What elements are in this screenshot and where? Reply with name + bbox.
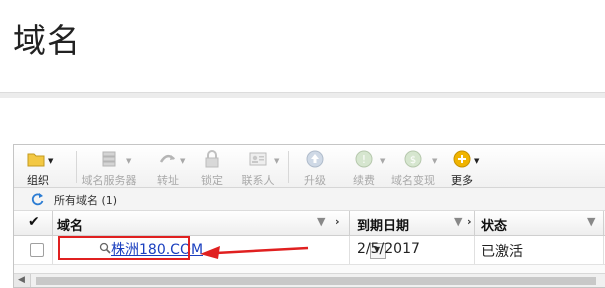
status-filter-icon[interactable]: ▼ bbox=[587, 215, 595, 228]
lock-label: 锁定 bbox=[201, 174, 223, 187]
svg-text:!: ! bbox=[362, 153, 366, 166]
nameservers-label: 域名服务器 bbox=[81, 174, 137, 187]
forwarding-label: 转址 bbox=[157, 174, 179, 187]
more-label: 更多 bbox=[451, 174, 473, 187]
more-button[interactable]: ▼ 更多 bbox=[444, 148, 480, 187]
expiration-expand-icon[interactable]: › bbox=[467, 215, 472, 228]
status-text: 已激活 bbox=[481, 244, 523, 260]
forwarding-button[interactable]: ▼ 转址 bbox=[150, 148, 186, 187]
red-arrow-annotation bbox=[200, 246, 309, 259]
upgrade-icon bbox=[306, 150, 324, 168]
redirect-icon bbox=[159, 154, 175, 163]
page-title: 域名 bbox=[13, 21, 81, 60]
scroll-thumb[interactable] bbox=[36, 277, 596, 285]
header-divider bbox=[0, 92, 605, 98]
contacts-caret-icon: ▼ bbox=[274, 157, 280, 165]
lock-button[interactable]: 锁定 bbox=[194, 148, 230, 187]
server-icon bbox=[102, 151, 116, 167]
upgrade-button[interactable]: 升级 bbox=[298, 148, 332, 187]
more-icon bbox=[453, 150, 471, 168]
contact-card-icon bbox=[249, 152, 267, 166]
domain-expand-icon[interactable]: › bbox=[335, 215, 340, 228]
select-all-column[interactable]: ✔ bbox=[14, 211, 53, 235]
select-all-checkmark-icon: ✔ bbox=[28, 214, 40, 230]
refresh-icon[interactable] bbox=[29, 191, 45, 207]
renew-button[interactable]: ! ▼ 续费 bbox=[342, 148, 386, 187]
nameservers-caret-icon: ▼ bbox=[126, 157, 132, 165]
toolbar-separator bbox=[288, 151, 289, 183]
renew-icon: ! bbox=[355, 150, 373, 168]
contacts-label: 联系人 bbox=[241, 174, 275, 187]
column-header-status[interactable]: 状态 ▼ bbox=[475, 211, 604, 235]
column-header-expiration[interactable]: 到期日期 ▼ › bbox=[350, 211, 475, 235]
upgrade-label: 升级 bbox=[304, 174, 326, 187]
chevron-left-icon: ◀ bbox=[18, 275, 25, 285]
list-scope-bar: 所有域名 (1) bbox=[14, 188, 605, 211]
monetize-label: 域名变现 bbox=[391, 174, 435, 187]
row-select-cell bbox=[14, 236, 53, 264]
lock-icon bbox=[205, 150, 219, 168]
expiration-cell: 2/5/2017 bbox=[350, 236, 475, 264]
monetize-button[interactable]: $ ▼ 域名变现 bbox=[386, 148, 440, 187]
toolbar: ▼ 组织 ▼ 域名服务器 ▼ 转址 锁定 ▼ 联系人 升级 ! ▼ 续费 $ ▼… bbox=[14, 145, 605, 188]
nameservers-button[interactable]: ▼ 域名服务器 bbox=[78, 148, 140, 187]
monetize-icon: $ bbox=[404, 150, 422, 168]
column-header-domain[interactable]: 域名 ▼ › bbox=[53, 211, 350, 235]
all-domains-label[interactable]: 所有域名 (1) bbox=[54, 192, 117, 208]
organize-label: 组织 bbox=[27, 174, 49, 187]
status-cell: 已激活 bbox=[475, 236, 604, 264]
domain-filter-icon[interactable]: ▼ bbox=[317, 215, 325, 228]
table-header: ✔ 域名 ▼ › 到期日期 ▼ › 状态 ▼ bbox=[14, 211, 605, 236]
expiration-date: 2/5/2017 bbox=[357, 241, 420, 257]
domain-highlight-box bbox=[58, 236, 190, 260]
organize-button[interactable]: ▼ 组织 bbox=[18, 148, 58, 187]
toolbar-separator bbox=[76, 151, 77, 183]
renew-label: 续费 bbox=[353, 174, 375, 187]
contacts-button[interactable]: ▼ 联系人 bbox=[236, 148, 280, 187]
renew-caret-icon: ▼ bbox=[380, 157, 386, 165]
organize-caret-icon: ▼ bbox=[48, 157, 54, 165]
row-checkbox[interactable] bbox=[30, 243, 44, 257]
more-caret-icon: ▼ bbox=[474, 157, 480, 165]
forwarding-caret-icon: ▼ bbox=[180, 157, 186, 165]
monetize-caret-icon: ▼ bbox=[432, 157, 438, 165]
expiration-filter-icon[interactable]: ▼ bbox=[454, 215, 462, 228]
folder-icon bbox=[27, 153, 45, 167]
domain-list-panel: ▼ 组织 ▼ 域名服务器 ▼ 转址 锁定 ▼ 联系人 升级 ! ▼ 续费 $ ▼… bbox=[13, 144, 605, 288]
svg-text:$: $ bbox=[410, 155, 416, 166]
